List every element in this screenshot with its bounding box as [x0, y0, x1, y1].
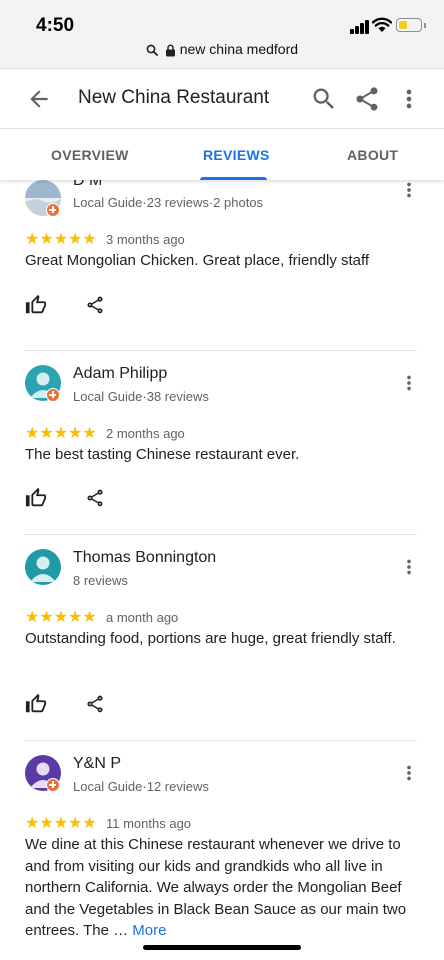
battery-icon: [396, 18, 426, 32]
page-title: New China Restaurant: [78, 87, 270, 108]
more-vert-icon[interactable]: [398, 762, 420, 784]
more-vert-icon[interactable]: [395, 85, 423, 113]
review-date: 3 months ago: [106, 232, 185, 247]
local-guide-badge-icon: [46, 203, 60, 217]
star-rating: ★★★★★: [25, 425, 97, 442]
share-icon[interactable]: [85, 694, 105, 714]
share-icon[interactable]: [85, 488, 105, 508]
avatar[interactable]: [25, 549, 61, 585]
share-icon[interactable]: [85, 295, 105, 315]
review-item: Adam Philipp Local Guide·38 reviews ★★★★…: [0, 363, 444, 538]
review-text: We dine at this Chinese restaurant whene…: [25, 834, 410, 942]
app-header: New China Restaurant: [0, 68, 444, 128]
search-icon[interactable]: [310, 85, 338, 113]
reviewer-meta: 8 reviews: [73, 573, 128, 588]
lock-icon: [165, 44, 175, 57]
reviewer-name[interactable]: D M: [73, 180, 102, 190]
reviewer-meta: Local Guide·38 reviews: [73, 389, 209, 404]
wifi-icon: [372, 17, 392, 32]
reviewer-name[interactable]: Adam Philipp: [73, 365, 167, 383]
review-date: 11 months ago: [106, 816, 192, 831]
thumbs-up-icon[interactable]: [25, 294, 47, 316]
local-guide-badge-icon: [46, 778, 60, 792]
reviewer-meta: Local Guide·23 reviews·2 photos: [73, 195, 264, 210]
reviewer-meta: Local Guide·12 reviews: [73, 779, 209, 794]
signal-icon: [350, 20, 370, 34]
divider: [25, 534, 417, 535]
divider: [25, 740, 417, 741]
search-icon: [146, 44, 158, 57]
review-date: 2 months ago: [106, 426, 185, 441]
review-date: a month ago: [106, 610, 179, 625]
divider: [25, 350, 417, 351]
star-rating: ★★★★★: [25, 231, 97, 248]
review-item: Thomas Bonnington 8 reviews ★★★★★ a mont…: [0, 547, 444, 742]
status-time: 4:50: [36, 15, 75, 36]
active-tab-indicator: [200, 177, 267, 180]
status-bar: 4:50 new china medford: [0, 0, 444, 68]
reviewer-name[interactable]: Y&N P: [73, 755, 121, 773]
thumbs-up-icon[interactable]: [25, 487, 47, 509]
review-text: Outstanding food, portions are huge, gre…: [25, 630, 396, 647]
tab-about[interactable]: ABOUT: [347, 147, 398, 163]
reviewer-name[interactable]: Thomas Bonnington: [73, 549, 216, 567]
local-guide-badge-icon: [46, 388, 60, 402]
review-text-body: We dine at this Chinese restaurant whene…: [25, 836, 407, 939]
person-icon: [30, 556, 56, 582]
star-rating: ★★★★★: [25, 815, 97, 832]
reviews-list[interactable]: D M Local Guide·23 reviews·2 photos ★★★★…: [0, 180, 444, 960]
tab-overview[interactable]: OVERVIEW: [51, 147, 129, 163]
share-icon[interactable]: [353, 85, 381, 113]
back-arrow-icon[interactable]: [26, 86, 52, 112]
thumbs-up-icon[interactable]: [25, 693, 47, 715]
more-vert-icon[interactable]: [398, 556, 420, 578]
url-text: new china medford: [179, 41, 299, 57]
review-item: D M Local Guide·23 reviews·2 photos ★★★★…: [0, 180, 444, 350]
more-link[interactable]: More: [132, 922, 166, 939]
address-bar[interactable]: new china medford: [0, 41, 444, 57]
more-vert-icon[interactable]: [398, 180, 420, 201]
review-text: The best tasting Chinese restaurant ever…: [25, 446, 300, 463]
home-indicator: [143, 945, 301, 950]
more-vert-icon[interactable]: [398, 372, 420, 394]
tab-bar: OVERVIEW REVIEWS ABOUT: [0, 128, 444, 180]
star-rating: ★★★★★: [25, 609, 97, 626]
review-text: Great Mongolian Chicken. Great place, fr…: [25, 252, 370, 269]
tab-reviews[interactable]: REVIEWS: [203, 147, 270, 163]
review-item: Y&N P Local Guide·12 reviews ★★★★★ 11 mo…: [0, 753, 444, 960]
